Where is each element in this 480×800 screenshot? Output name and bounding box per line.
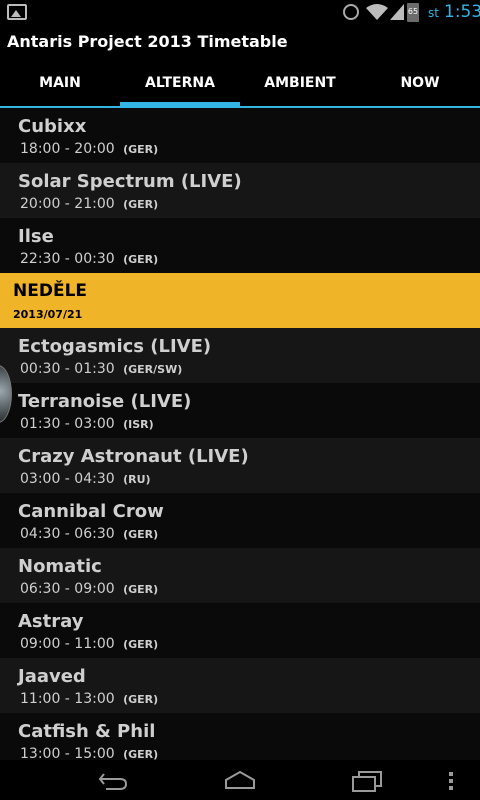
signal-icon	[390, 4, 404, 20]
day-header: NEDĚLE 2013/07/21	[0, 273, 480, 328]
time-range: 09:00 - 11:00	[20, 636, 115, 652]
artist-name: Cubixx	[18, 116, 87, 137]
time-range: 04:30 - 06:30	[20, 526, 115, 542]
country-code: (GER)	[123, 693, 159, 706]
time-range: 20:00 - 21:00	[20, 196, 115, 212]
set-time: 06:30 - 09:00 (GER)	[20, 581, 158, 597]
country-code: (GER)	[123, 748, 159, 760]
country-code: (GER/SW)	[123, 363, 183, 376]
artist-name: Ectogasmics (LIVE)	[18, 336, 212, 357]
artist-name: Crazy Astronaut (LIVE)	[18, 446, 249, 467]
tab-alterna[interactable]: ALTERNA	[120, 60, 240, 108]
set-time: 09:00 - 11:00 (GER)	[20, 636, 158, 652]
tab-label: MAIN	[39, 75, 81, 91]
app-title: Antaris Project 2013 Timetable	[7, 32, 288, 51]
country-code: (GER)	[123, 528, 159, 541]
status-day: st	[428, 6, 439, 20]
status-bar: 65 st 1:53	[0, 0, 480, 25]
time-range: 03:00 - 04:30	[20, 471, 115, 487]
time-range: 13:00 - 15:00	[20, 746, 115, 760]
time-range: 06:30 - 09:00	[20, 581, 115, 597]
set-time: 03:00 - 04:30 (RU)	[20, 471, 151, 487]
time-range: 22:30 - 00:30	[20, 251, 115, 267]
set-time: 00:30 - 01:30 (GER/SW)	[20, 361, 182, 377]
set-time: 13:00 - 15:00 (GER)	[20, 746, 158, 760]
timetable-list[interactable]: Cubixx 18:00 - 20:00 (GER) Solar Spectru…	[0, 108, 480, 760]
list-item[interactable]: Crazy Astronaut (LIVE) 03:00 - 04:30 (RU…	[0, 438, 480, 493]
action-bar: Antaris Project 2013 Timetable	[0, 25, 480, 60]
tab-label: NOW	[400, 75, 440, 91]
list-item[interactable]: Cannibal Crow 04:30 - 06:30 (GER)	[0, 493, 480, 548]
home-icon[interactable]	[223, 768, 257, 794]
country-code: (GER)	[123, 143, 159, 156]
recent-apps-icon[interactable]	[350, 768, 384, 794]
list-item[interactable]: Ilse 22:30 - 00:30 (GER)	[0, 218, 480, 273]
tab-ambient[interactable]: AMBIENT	[240, 60, 360, 106]
list-item[interactable]: Solar Spectrum (LIVE) 20:00 - 21:00 (GER…	[0, 163, 480, 218]
set-time: 22:30 - 00:30 (GER)	[20, 251, 158, 267]
country-code: (GER)	[123, 253, 159, 266]
time-range: 01:30 - 03:00	[20, 416, 115, 432]
country-code: (GER)	[123, 198, 159, 211]
time-range: 18:00 - 20:00	[20, 141, 115, 157]
country-code: (GER)	[123, 583, 159, 596]
list-item[interactable]: Catfish & Phil 13:00 - 15:00 (GER)	[0, 713, 480, 760]
artist-name: Ilse	[18, 226, 54, 247]
list-item[interactable]: Terranoise (LIVE) 01:30 - 03:00 (ISR)	[0, 383, 480, 438]
artist-name: Cannibal Crow	[18, 501, 164, 522]
country-code: (ISR)	[123, 418, 154, 431]
wifi-icon	[366, 4, 388, 20]
tab-main[interactable]: MAIN	[0, 60, 120, 106]
country-code: (RU)	[123, 473, 151, 486]
day-date: 2013/07/21	[13, 308, 83, 321]
tab-label: AMBIENT	[264, 75, 336, 91]
back-icon[interactable]	[96, 768, 130, 794]
tab-bar: MAIN ALTERNA AMBIENT NOW	[0, 60, 480, 108]
artist-name: Catfish & Phil	[18, 721, 156, 742]
time-range: 11:00 - 13:00	[20, 691, 115, 707]
set-time: 01:30 - 03:00 (ISR)	[20, 416, 154, 432]
artist-name: Nomatic	[18, 556, 102, 577]
navigation-bar	[0, 760, 480, 800]
artist-name: Terranoise (LIVE)	[18, 391, 192, 412]
artist-name: Solar Spectrum (LIVE)	[18, 171, 242, 192]
set-time: 18:00 - 20:00 (GER)	[20, 141, 158, 157]
gallery-icon	[7, 4, 27, 20]
time-range: 00:30 - 01:30	[20, 361, 115, 377]
menu-icon[interactable]	[446, 768, 456, 794]
day-name: NEDĚLE	[13, 281, 88, 301]
set-time: 11:00 - 13:00 (GER)	[20, 691, 158, 707]
list-item[interactable]: Cubixx 18:00 - 20:00 (GER)	[0, 108, 480, 163]
set-time: 04:30 - 06:30 (GER)	[20, 526, 158, 542]
alarm-icon	[343, 4, 359, 20]
list-item[interactable]: Ectogasmics (LIVE) 00:30 - 01:30 (GER/SW…	[0, 328, 480, 383]
list-item[interactable]: Astray 09:00 - 11:00 (GER)	[0, 603, 480, 658]
list-item[interactable]: Nomatic 06:30 - 09:00 (GER)	[0, 548, 480, 603]
country-code: (GER)	[123, 638, 159, 651]
set-time: 20:00 - 21:00 (GER)	[20, 196, 158, 212]
artist-name: Astray	[18, 611, 84, 632]
tab-now[interactable]: NOW	[360, 60, 480, 106]
tab-label: ALTERNA	[145, 75, 215, 91]
list-item[interactable]: Jaaved 11:00 - 13:00 (GER)	[0, 658, 480, 713]
artist-name: Jaaved	[18, 666, 86, 687]
battery-level: 65	[407, 7, 419, 16]
status-clock: 1:53	[444, 2, 480, 22]
